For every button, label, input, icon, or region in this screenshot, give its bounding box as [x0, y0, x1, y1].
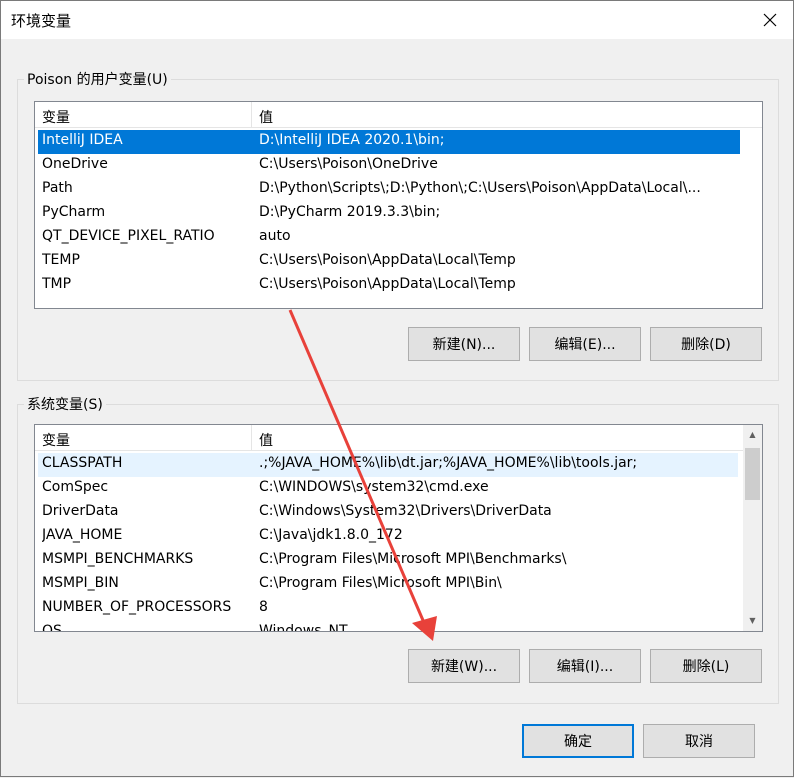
title-bar: 环境变量: [1, 1, 793, 39]
cancel-button[interactable]: 取消: [643, 724, 755, 758]
chevron-up-icon[interactable]: ▲: [743, 425, 762, 443]
list-item[interactable]: IntelliJ IDEA D:\IntelliJ IDEA 2020.1\bin…: [38, 130, 740, 154]
list-item[interactable]: MSMPI_BENCHMARKS C:\Program Files\Microso…: [38, 549, 738, 573]
variable-value: C:\Users\Poison\AppData\Local\Temp: [259, 276, 516, 292]
variable-name: MSMPI_BIN: [42, 575, 119, 591]
variable-name: OS: [42, 623, 62, 632]
variable-value: C:\WINDOWS\system32\cmd.exe: [259, 479, 489, 495]
scrollbar-thumb[interactable]: [745, 448, 760, 500]
variable-value: 8: [259, 599, 268, 615]
variable-name: MSMPI_BENCHMARKS: [42, 551, 194, 567]
list-header: 变量 值: [35, 425, 762, 451]
system-variables-label: 系统变量(S): [27, 397, 103, 413]
column-header-value[interactable]: 值: [259, 107, 273, 127]
list-item[interactable]: ComSpec C:\WINDOWS\system32\cmd.exe: [38, 477, 738, 501]
variable-name: PyCharm: [42, 204, 106, 220]
variable-value: C:\Users\Poison\AppData\Local\Temp: [259, 252, 516, 268]
system-edit-button[interactable]: 编辑(I)...: [529, 649, 641, 683]
list-item[interactable]: QT_DEVICE_PIXEL_RATIO auto: [38, 226, 740, 250]
list-item[interactable]: JAVA_HOME C:\Java\jdk1.8.0_172: [38, 525, 738, 549]
list-item[interactable]: MSMPI_BIN C:\Program Files\Microsoft MPI\…: [38, 573, 738, 597]
variable-name: TEMP: [42, 252, 80, 268]
column-separator[interactable]: [251, 425, 252, 451]
variable-name: DriverData: [42, 503, 119, 519]
variable-name: Path: [42, 180, 73, 196]
list-item[interactable]: OS Windows_NT: [38, 621, 738, 632]
variable-value: .;%JAVA_HOME%\lib\dt.jar;%JAVA_HOME%\lib…: [259, 455, 638, 471]
variable-value: D:\PyCharm 2019.3.3\bin;: [259, 204, 441, 220]
variable-value: Windows_NT: [259, 623, 348, 632]
environment-variables-dialog: 环境变量 Poison 的用户变量(U) 变量 值 IntelliJ IDEA D…: [0, 0, 794, 777]
variable-value: C:\Users\Poison\OneDrive: [259, 156, 438, 172]
user-delete-button[interactable]: 删除(D): [650, 327, 762, 361]
list-item[interactable]: PyCharm D:\PyCharm 2019.3.3\bin;: [38, 202, 740, 226]
system-new-button[interactable]: 新建(W)...: [408, 649, 520, 683]
user-new-button[interactable]: 新建(N)...: [408, 327, 520, 361]
variable-value: auto: [259, 228, 291, 244]
variable-name: OneDrive: [42, 156, 108, 172]
column-header-variable[interactable]: 变量: [42, 107, 70, 127]
variable-value: C:\Program Files\Microsoft MPI\Benchmark…: [259, 551, 567, 567]
column-header-variable[interactable]: 变量: [42, 430, 70, 450]
list-item[interactable]: OneDrive C:\Users\Poison\OneDrive: [38, 154, 740, 178]
list-header: 变量 值: [35, 102, 762, 128]
user-variables-list[interactable]: 变量 值 IntelliJ IDEA D:\IntelliJ IDEA 2020.…: [34, 101, 763, 309]
ok-button[interactable]: 确定: [522, 724, 634, 758]
variable-value: C:\Java\jdk1.8.0_172: [259, 527, 403, 543]
variable-value: D:\IntelliJ IDEA 2020.1\bin;: [259, 132, 445, 148]
list-item[interactable]: CLASSPATH .;%JAVA_HOME%\lib\dt.jar;%JAVA_…: [38, 453, 738, 477]
column-header-value[interactable]: 值: [259, 430, 273, 450]
close-button[interactable]: [747, 1, 793, 39]
chevron-down-icon[interactable]: ▼: [743, 611, 762, 629]
variable-name: QT_DEVICE_PIXEL_RATIO: [42, 228, 215, 244]
list-item[interactable]: TEMP C:\Users\Poison\AppData\Local\Temp: [38, 250, 740, 274]
variable-name: ComSpec: [42, 479, 109, 495]
list-item[interactable]: Path D:\Python\Scripts\;D:\Python\;C:\Use…: [38, 178, 740, 202]
system-variables-list[interactable]: 变量 值 CLASSPATH .;%JAVA_HOME%\lib\dt.jar;%…: [34, 424, 763, 632]
close-icon: [763, 13, 777, 27]
list-item[interactable]: TMP C:\Users\Poison\AppData\Local\Temp: [38, 274, 740, 298]
variable-name: CLASSPATH: [42, 455, 123, 471]
user-edit-button[interactable]: 编辑(E)...: [529, 327, 641, 361]
vertical-scrollbar[interactable]: ▲ ▼: [743, 425, 762, 631]
variable-name: IntelliJ IDEA: [42, 132, 123, 148]
variable-value: C:\Windows\System32\Drivers\DriverData: [259, 503, 552, 519]
variable-name: NUMBER_OF_PROCESSORS: [42, 599, 232, 615]
variable-name: JAVA_HOME: [42, 527, 123, 543]
list-item[interactable]: NUMBER_OF_PROCESSORS 8: [38, 597, 738, 621]
system-delete-button[interactable]: 删除(L): [650, 649, 762, 683]
column-separator[interactable]: [251, 102, 252, 128]
variable-value: D:\Python\Scripts\;D:\Python\;C:\Users\P…: [259, 180, 701, 196]
window-title: 环境变量: [11, 12, 72, 30]
list-item[interactable]: DriverData C:\Windows\System32\Drivers\Dr…: [38, 501, 738, 525]
user-variables-label: Poison 的用户变量(U): [27, 72, 168, 88]
variable-name: TMP: [42, 276, 72, 292]
variable-value: C:\Program Files\Microsoft MPI\Bin\: [259, 575, 502, 591]
